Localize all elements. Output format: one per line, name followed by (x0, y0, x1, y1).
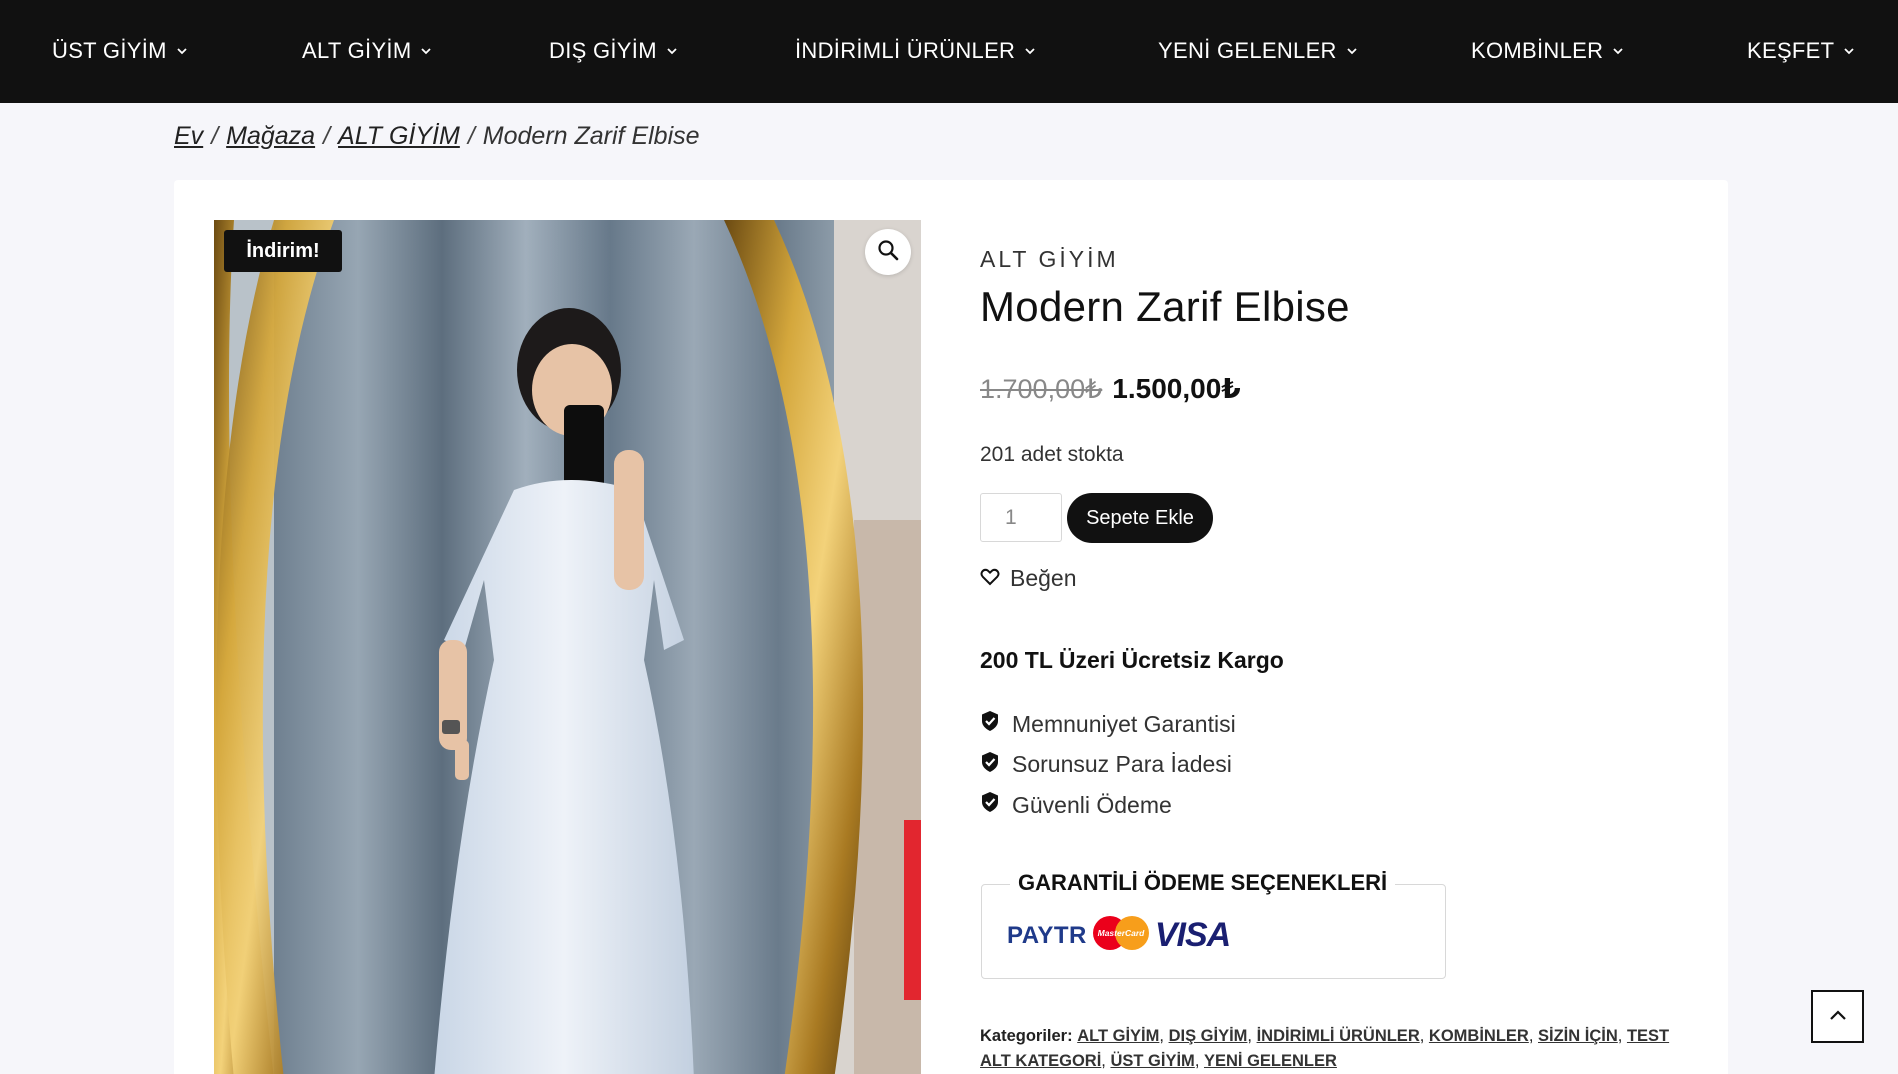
breadcrumb: Ev / Mağaza / ALT GİYİM / Modern Zarif Elbise (174, 122, 700, 151)
feature-label: Memnuniyet Garantisi (1012, 710, 1236, 737)
feature-list: Memnuniyet Garantisi Sorunsuz Para İades… (980, 704, 1236, 826)
like-label: Beğen (1010, 565, 1077, 591)
nav-item-label: KEŞFET (1747, 38, 1835, 63)
feature-label: Güvenli Ödeme (1012, 791, 1172, 818)
nav-item-label: ALT GİYİM (302, 38, 412, 63)
category-link[interactable]: KOMBİNLER (1429, 1027, 1529, 1045)
nav-item-alt-giyim[interactable]: ALT GİYİM (302, 38, 432, 64)
paytr-logo: PAYTR (1007, 921, 1087, 949)
shield-check-icon (980, 710, 1000, 738)
chevron-down-icon (420, 45, 432, 57)
heart-icon (980, 565, 1000, 592)
category-link[interactable]: SİZİN İÇİN (1538, 1027, 1618, 1045)
chevron-down-icon (1612, 45, 1624, 57)
top-navigation: ÜST GİYİM ALT GİYİM DIŞ GİYİM İNDİRİMLİ … (0, 0, 1898, 103)
breadcrumb-home-link[interactable]: Ev (174, 122, 203, 150)
price-old: 1.700,00₺ (980, 374, 1103, 404)
category-link[interactable]: YENİ GELENLER (1204, 1052, 1337, 1070)
nav-item-label: KOMBİNLER (1471, 38, 1604, 63)
nav-item-indirimli-urunler[interactable]: İNDİRİMLİ ÜRÜNLER (795, 38, 1036, 64)
quantity-input[interactable] (980, 493, 1062, 542)
breadcrumb-separator: / (211, 122, 219, 150)
scroll-to-top-button[interactable] (1811, 990, 1864, 1043)
nav-item-yeni-gelenler[interactable]: YENİ GELENLER (1158, 38, 1358, 64)
product-categories: Kategoriler: ALT GİYİM, DIŞ GİYİM, İNDİR… (980, 1027, 1670, 1070)
svg-text:MasterCard: MasterCard (1097, 928, 1145, 938)
mastercard-logo: MasterCard (1091, 914, 1151, 957)
nav-item-label: ÜST GİYİM (52, 38, 167, 63)
shipping-info: 200 TL Üzeri Ücretsiz Kargo (980, 647, 1284, 673)
breadcrumb-current: Modern Zarif Elbise (482, 122, 700, 150)
chevron-down-icon (1024, 45, 1036, 57)
categories-label: Kategoriler: (980, 1027, 1073, 1045)
sale-badge: İndirim! (224, 230, 342, 272)
category-link[interactable]: ÜST GİYİM (1110, 1052, 1194, 1070)
nav-item-ust-giyim[interactable]: ÜST GİYİM (52, 38, 188, 64)
price: 1.700,00₺ 1.500,00₺ (980, 372, 1241, 405)
feature-item: Memnuniyet Garantisi (980, 704, 1236, 745)
payment-options-title: GARANTİLİ ÖDEME SEÇENEKLERİ (1010, 870, 1396, 896)
nav-item-kesfet[interactable]: KEŞFET (1747, 38, 1855, 64)
chevron-down-icon (176, 45, 188, 57)
nav-item-label: YENİ GELENLER (1158, 38, 1337, 63)
shield-check-icon (980, 791, 1000, 819)
chevron-down-icon (1346, 45, 1358, 57)
nav-item-label: DIŞ GİYİM (549, 38, 657, 63)
zoom-button[interactable] (865, 229, 911, 275)
add-to-cart-button[interactable]: Sepete Ekle (1067, 493, 1213, 543)
feature-item: Güvenli Ödeme (980, 785, 1236, 826)
category-link[interactable]: İNDİRİMLİ ÜRÜNLER (1257, 1027, 1420, 1045)
feature-label: Sorunsuz Para İadesi (1012, 751, 1232, 778)
category-link[interactable]: DIŞ GİYİM (1169, 1027, 1248, 1045)
price-current: 1.500,00₺ (1112, 373, 1241, 404)
nav-item-dis-giyim[interactable]: DIŞ GİYİM (549, 38, 678, 64)
breadcrumb-shop-link[interactable]: Mağaza (226, 122, 315, 150)
product-title: Modern Zarif Elbise (980, 283, 1350, 330)
nav-item-label: İNDİRİMLİ ÜRÜNLER (795, 38, 1016, 63)
breadcrumb-category-link[interactable]: ALT GİYİM (338, 122, 460, 150)
product-category: ALT GİYİM (980, 246, 1119, 272)
chevron-up-icon (1829, 1008, 1847, 1026)
product-image[interactable] (214, 220, 921, 1074)
category-link[interactable]: ALT GİYİM (1077, 1027, 1159, 1045)
feature-item: Sorunsuz Para İadesi (980, 745, 1236, 786)
visa-logo: VISA (1154, 916, 1231, 954)
like-button[interactable]: Beğen (980, 565, 1077, 592)
nav-item-kombinler[interactable]: KOMBİNLER (1471, 38, 1624, 64)
chevron-down-icon (1843, 45, 1855, 57)
breadcrumb-separator: / (323, 122, 331, 150)
breadcrumb-separator: / (467, 122, 475, 150)
shield-check-icon (980, 751, 1000, 779)
chevron-down-icon (666, 45, 678, 57)
payment-logos: PAYTR MasterCard VISA (1007, 914, 1231, 957)
magnifier-icon (876, 238, 900, 267)
stock-status: 201 adet stokta (980, 443, 1124, 466)
